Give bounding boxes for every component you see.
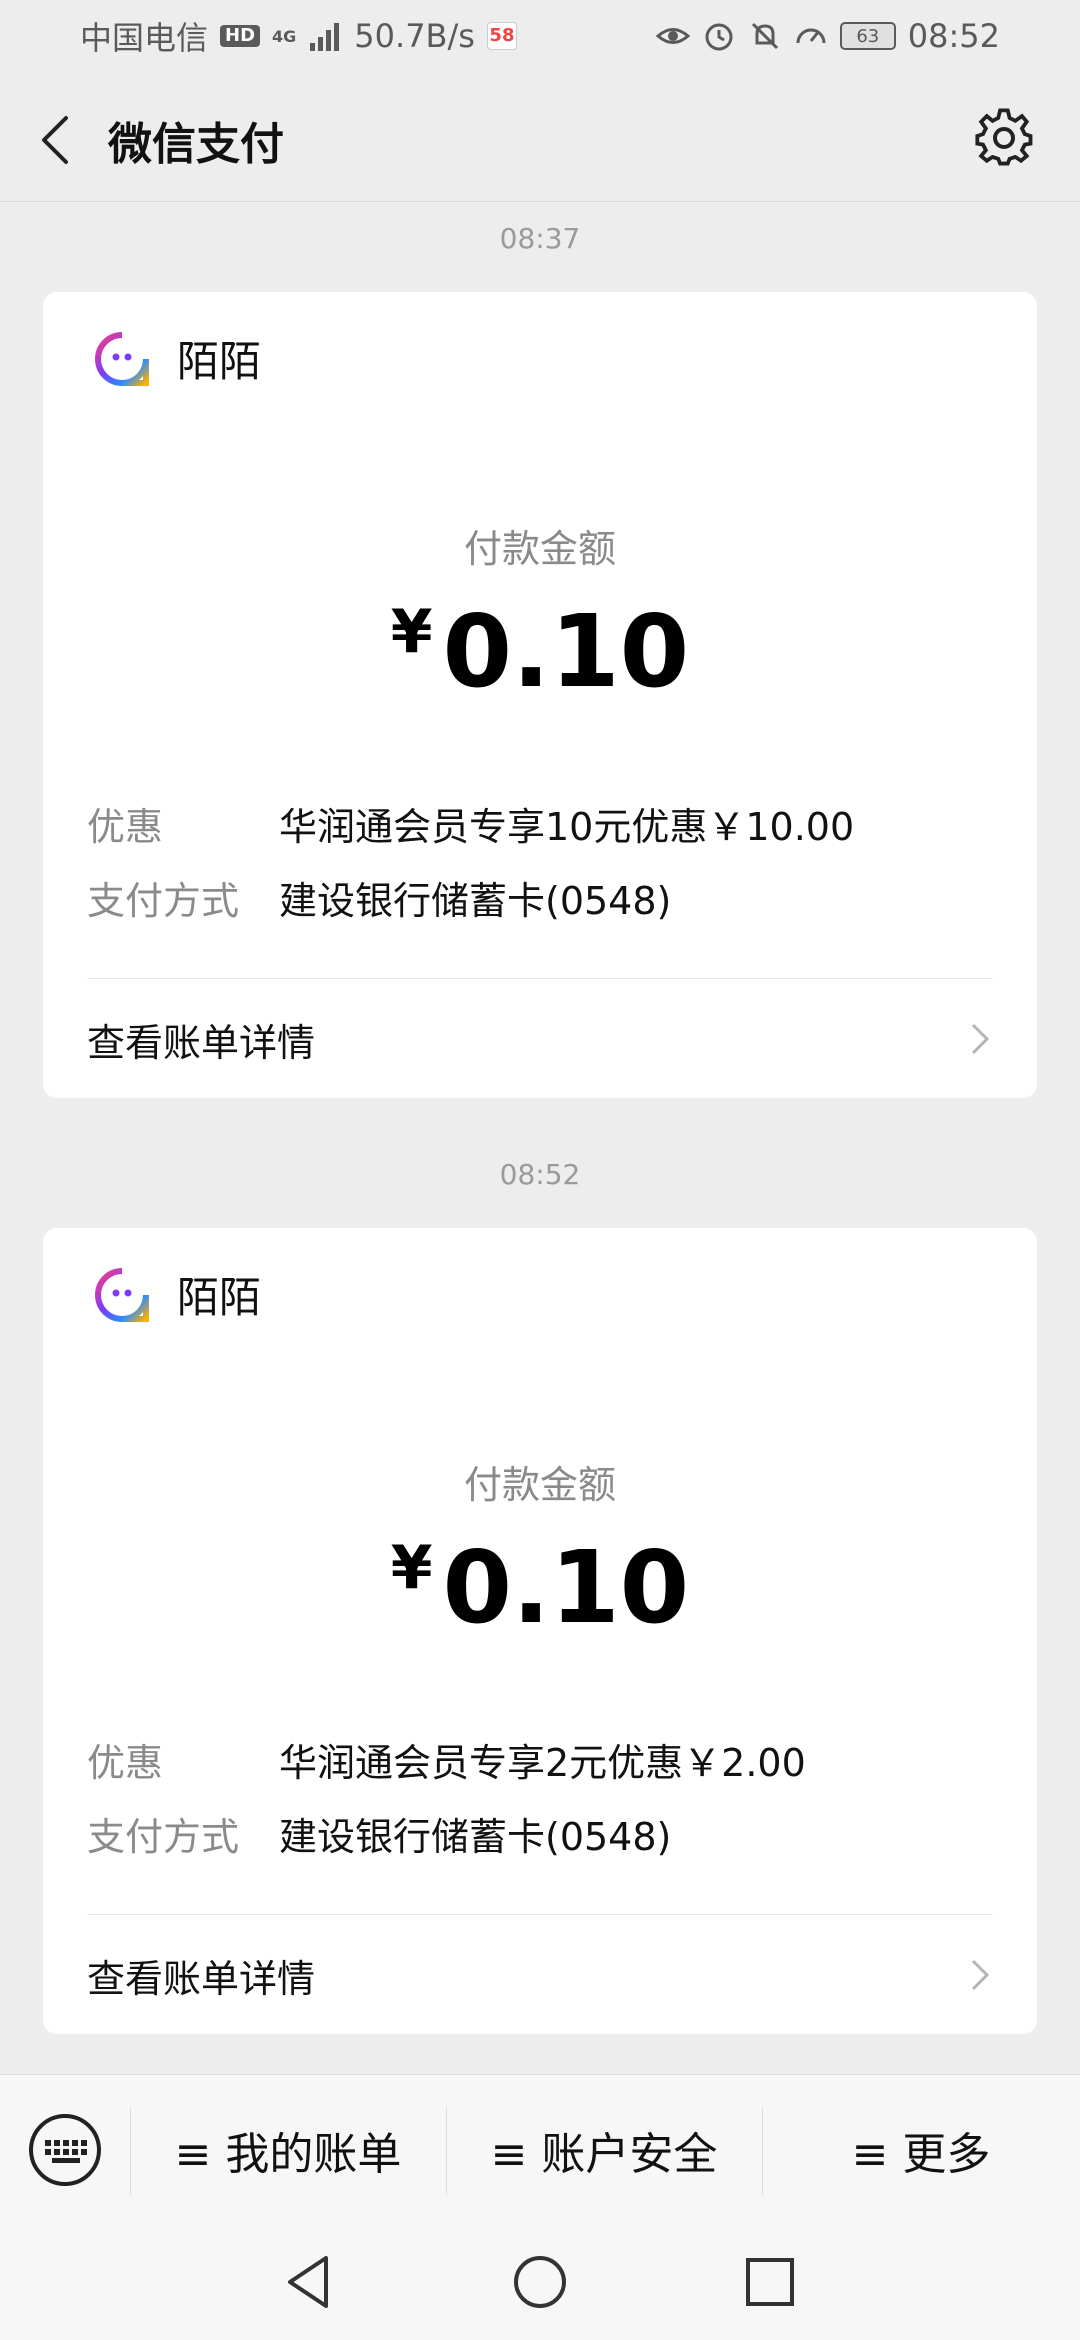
chevron-right-icon [971, 1959, 990, 1991]
currency-symbol: ¥ [390, 1533, 433, 1603]
discount-label: 优惠 [87, 805, 164, 849]
signal-icon [310, 23, 340, 51]
bottom-menu-bar: ≡ 我的账单 ≡ 账户安全 ≡ 更多 [0, 2074, 1080, 2228]
currency-symbol: ¥ [390, 597, 433, 667]
discount-row: 优惠 华润通会员专享2元优惠￥2.00 [87, 1732, 806, 1787]
mute-bell-icon [751, 22, 778, 50]
network-type: 4G [272, 26, 297, 46]
menu-my-bills[interactable]: ≡ 我的账单 [130, 2105, 446, 2195]
momo-logo-icon [95, 1267, 149, 1322]
amount-value: 0.10 [442, 593, 690, 710]
view-bill-details-label: 查看账单详情 [87, 1020, 316, 1065]
status-right: 63 08:52 [655, 17, 1000, 55]
recent-apps-square-icon[interactable] [738, 2250, 802, 2314]
alarm-icon [705, 23, 733, 51]
merchant-header: 陌陌 [93, 1264, 261, 1325]
payment-amount: ¥0.10 [43, 1538, 1037, 1638]
payment-method-value: 建设银行储蓄卡(0548) [279, 879, 672, 923]
speedometer-icon [796, 28, 826, 44]
amount-value: 0.10 [442, 1529, 690, 1646]
divider [87, 978, 993, 979]
payment-method-label: 支付方式 [87, 879, 240, 923]
divider [87, 1914, 993, 1915]
payment-method-label: 支付方式 [87, 1815, 240, 1859]
carrier-name: 中国电信 [80, 19, 209, 57]
view-bill-details-link[interactable]: 查看账单详情 [87, 1004, 993, 1074]
nav-bar: 微信支付 [0, 72, 1080, 202]
payment-card[interactable]: 陌陌 付款金额 ¥0.10 优惠 华润通会员专享10元优惠￥10.00 支付方式… [43, 292, 1037, 1098]
hd-badge: HD [220, 25, 261, 47]
discount-value: 华润通会员专享10元优惠￥10.00 [279, 805, 855, 849]
clock: 08:52 [907, 17, 1000, 55]
menu-more[interactable]: ≡ 更多 [762, 2105, 1080, 2195]
status-bar: 中国电信 HD 4G 50.7B/s 58 63 08:52 [0, 0, 1080, 72]
page-title: 微信支付 [108, 119, 284, 170]
status-left: 中国电信 HD 4G 50.7B/s 58 [80, 13, 517, 59]
battery-indicator: 63 [839, 22, 896, 50]
discount-label: 优惠 [87, 1741, 164, 1785]
back-triangle-icon[interactable] [278, 2250, 342, 2314]
menu-account-security[interactable]: ≡ 账户安全 [446, 2105, 762, 2195]
chevron-right-icon [971, 1023, 990, 1055]
merchant-name: 陌陌 [177, 1273, 262, 1322]
amount-label: 付款金额 [463, 527, 616, 571]
network-speed: 50.7B/s [354, 17, 475, 55]
back-arrow-icon[interactable] [34, 112, 84, 168]
message-timestamp: 08:52 [499, 1158, 581, 1191]
eye-icon [655, 28, 690, 44]
system-navigation-bar [0, 2228, 1080, 2340]
keyboard-toggle-icon[interactable] [28, 2113, 102, 2187]
payment-method-row: 支付方式 建设银行储蓄卡(0548) [87, 1806, 671, 1861]
app-notification-badge: 58 [486, 22, 517, 50]
merchant-header: 陌陌 [93, 328, 261, 389]
message-timestamp: 08:37 [499, 222, 581, 255]
amount-label: 付款金额 [463, 1463, 616, 1507]
payment-card[interactable]: 陌陌 付款金额 ¥0.10 优惠 华润通会员专享2元优惠￥2.00 支付方式 建… [43, 1228, 1037, 2034]
payment-amount: ¥0.10 [43, 602, 1037, 702]
payment-method-row: 支付方式 建设银行储蓄卡(0548) [87, 870, 671, 925]
view-bill-details-link[interactable]: 查看账单详情 [87, 1940, 993, 2010]
merchant-name: 陌陌 [177, 337, 262, 386]
home-circle-icon[interactable] [508, 2250, 572, 2314]
payment-method-value: 建设银行储蓄卡(0548) [279, 1815, 672, 1859]
discount-value: 华润通会员专享2元优惠￥2.00 [279, 1741, 806, 1785]
view-bill-details-label: 查看账单详情 [87, 1956, 316, 2001]
gear-icon[interactable] [972, 106, 1036, 170]
momo-logo-icon [95, 331, 149, 386]
discount-row: 优惠 华润通会员专享10元优惠￥10.00 [87, 796, 854, 851]
